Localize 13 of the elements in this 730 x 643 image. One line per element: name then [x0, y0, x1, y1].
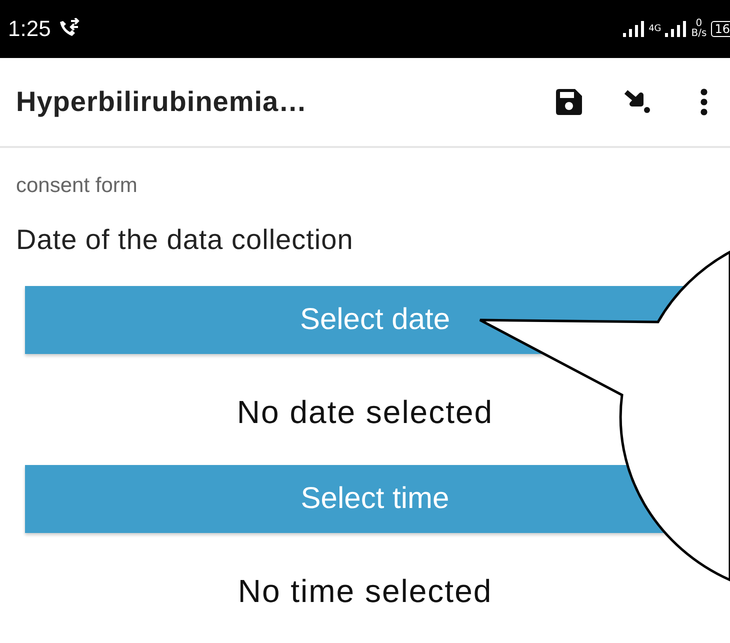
clock: 1:25 — [8, 16, 51, 42]
more-icon — [700, 88, 708, 116]
network-speed: 0 B/s — [691, 19, 707, 39]
section-label: consent form — [16, 174, 138, 198]
signal-icon — [665, 21, 688, 37]
network-type: 4G — [648, 24, 662, 34]
selection-status: No time selected — [236, 573, 494, 610]
question-label: Date of the data collection — [16, 224, 354, 256]
selection-status: No date selected — [236, 394, 494, 431]
arrow-icon — [624, 89, 652, 115]
signal-icon — [622, 21, 645, 37]
app-title: Hyperbilirubinemia… — [16, 86, 308, 118]
battery-level: 16 — [710, 21, 730, 37]
